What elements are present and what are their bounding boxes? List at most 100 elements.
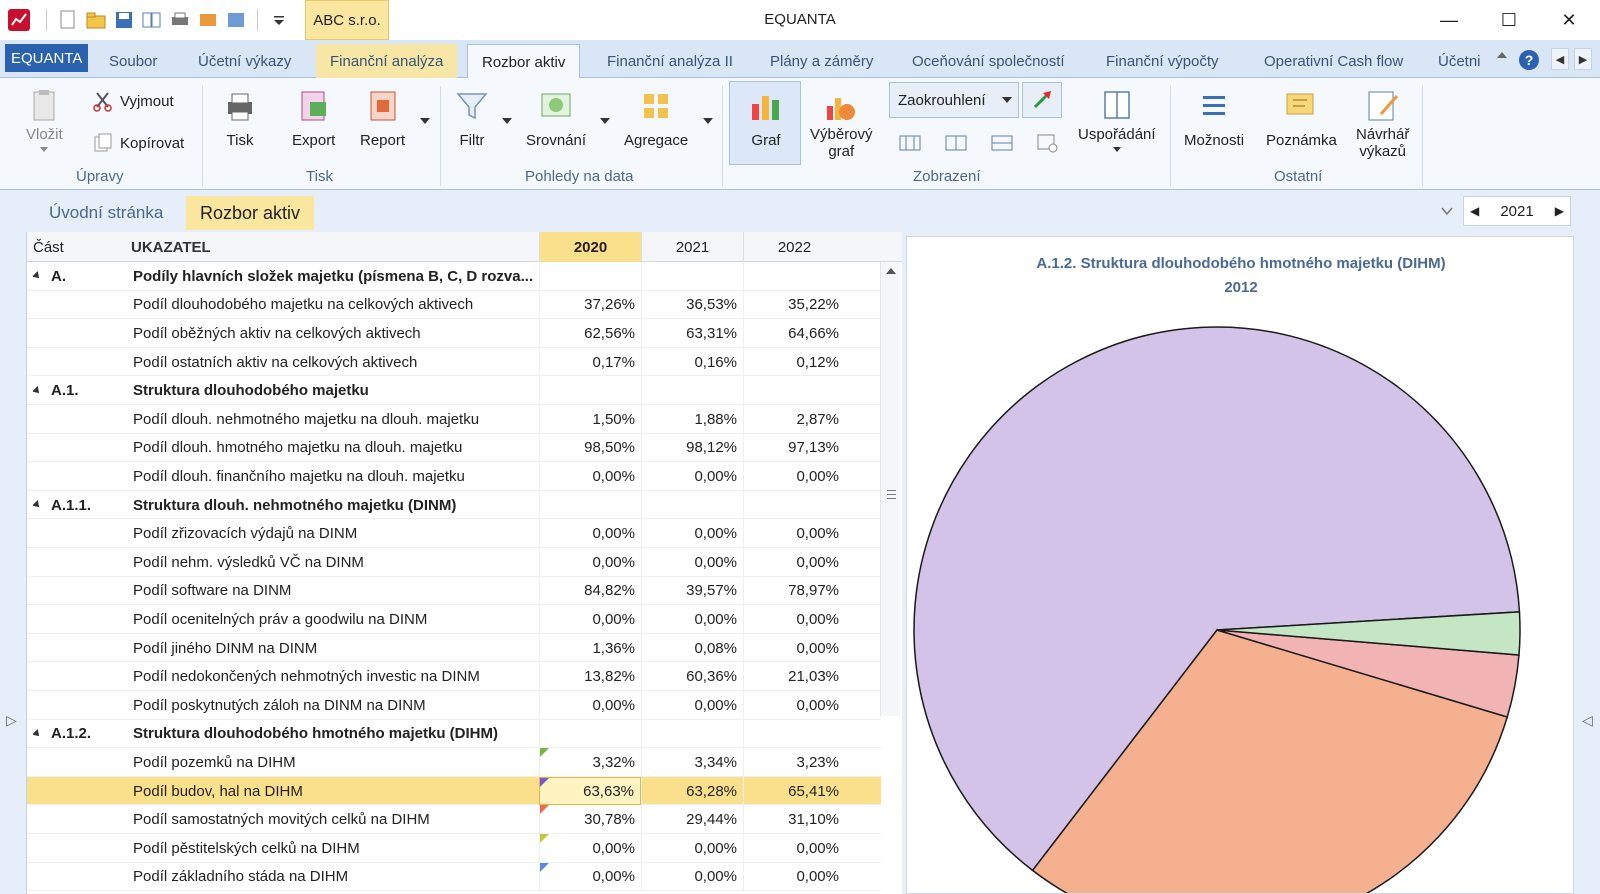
print-button[interactable]: Tisk	[222, 88, 258, 149]
row-value-2022[interactable]: 0,00%	[743, 519, 845, 548]
table-row[interactable]: Podíl dlouh. hmotného majetku na dlouh. …	[27, 433, 881, 463]
row-value-2020[interactable]: 0,00%	[539, 519, 641, 548]
scroll-grip-icon[interactable]	[887, 490, 896, 499]
table-row[interactable]: Podíl zřizovacích výdajů na DINM 0,00% 0,0…	[27, 519, 881, 548]
row-value-2022[interactable]: 0,00%	[743, 834, 845, 863]
sync-icon[interactable]	[225, 9, 247, 31]
header-year-2022[interactable]: 2022	[743, 232, 845, 262]
tabs-scroll-left-icon[interactable]: ◀	[1551, 48, 1569, 70]
row-value-2022[interactable]: 0,00%	[743, 605, 845, 634]
row-value-2021[interactable]: 63,28%	[641, 776, 743, 806]
tabs-scroll-right-icon[interactable]: ▶	[1574, 48, 1592, 70]
selection-chart-button[interactable]: Výběrový graf	[810, 88, 873, 160]
row-value-2021[interactable]: 0,00%	[641, 462, 743, 491]
customize-toolbar-icon[interactable]	[268, 9, 290, 31]
table-row[interactable]: Podíl dlouhodobého majetku na celkových …	[27, 290, 881, 320]
aggregation-button[interactable]: Agregace	[624, 88, 688, 149]
row-value-2020[interactable]	[539, 376, 641, 405]
row-value-2022[interactable]: 64,66%	[743, 319, 845, 348]
table-row[interactable]: Podíl pěstitelských celků na DIHM 0,00% 0,…	[27, 834, 881, 863]
row-value-2022[interactable]: 2,87%	[743, 405, 845, 434]
table-row[interactable]: Podíl pozemků na DIHM 3,32% 3,34% 3,23%	[27, 748, 881, 777]
row-value-2020[interactable]: 1,50%	[539, 405, 641, 434]
new-file-icon[interactable]	[57, 9, 79, 31]
row-value-2021[interactable]	[641, 490, 743, 520]
doc-tab-rozbor-aktiv[interactable]: Rozbor aktiv	[186, 196, 315, 230]
row-value-2020[interactable]: 1,36%	[539, 633, 641, 663]
options-button[interactable]: Možnosti	[1184, 88, 1244, 149]
row-value-2021[interactable]	[641, 376, 743, 405]
row-value-2021[interactable]: 3,34%	[641, 748, 743, 777]
row-value-2020[interactable]: 0,00%	[539, 862, 641, 892]
row-value-2022[interactable]	[743, 719, 845, 749]
collapse-triangle-icon[interactable]	[33, 385, 42, 396]
header-year-2021[interactable]: 2021	[641, 232, 743, 262]
rounding-select[interactable]: Zaokrouhlení	[889, 82, 1019, 118]
export-button[interactable]: Export	[292, 88, 335, 149]
column-width-icon[interactable]	[898, 132, 922, 154]
copy-button[interactable]: Kopírovat	[92, 132, 184, 154]
company-tab[interactable]: ABC s.r.o.	[305, 0, 389, 40]
year-prev-button[interactable]: ◀	[1470, 204, 1479, 218]
right-pane-toggle-icon[interactable]: ◁	[1582, 712, 1593, 729]
layout-button[interactable]: Uspořádání	[1078, 88, 1156, 152]
row-value-2021[interactable]	[641, 262, 743, 291]
column-compact-icon[interactable]	[990, 132, 1014, 154]
row-value-2021[interactable]: 0,00%	[641, 862, 743, 892]
header-indicator[interactable]: UKAZATEL	[131, 232, 211, 262]
row-value-2021[interactable]: 0,00%	[641, 605, 743, 634]
row-value-2022[interactable]: 0,12%	[743, 347, 845, 377]
tab-equanta[interactable]: EQUANTA	[5, 44, 89, 72]
row-value-2021[interactable]: 63,31%	[641, 319, 743, 348]
row-value-2020[interactable]: 84,82%	[539, 576, 641, 606]
open-folder-icon[interactable]	[85, 9, 107, 31]
table-row[interactable]: Podíl poskytnutých záloh na DINM na DINM…	[27, 691, 881, 720]
year-next-button[interactable]: ▶	[1555, 204, 1564, 218]
row-value-2020[interactable]: 3,32%	[539, 748, 641, 777]
collapse-triangle-icon[interactable]	[33, 728, 42, 739]
table-row[interactable]: Podíl ocenitelných práv a goodwilu na DI…	[27, 605, 881, 634]
row-value-2020[interactable]: 30,78%	[539, 805, 641, 834]
row-value-2022[interactable]	[743, 490, 845, 520]
row-value-2022[interactable]: 0,00%	[743, 633, 845, 663]
row-value-2021[interactable]: 0,16%	[641, 347, 743, 377]
print-icon[interactable]	[169, 9, 191, 31]
row-value-2020[interactable]: 13,82%	[539, 662, 641, 691]
table-row[interactable]: Podíl ostatních aktiv na celkových aktiv…	[27, 347, 881, 377]
collapse-triangle-icon[interactable]	[33, 271, 42, 282]
row-value-2020[interactable]: 0,00%	[539, 605, 641, 634]
row-value-2021[interactable]: 0,00%	[641, 691, 743, 720]
table-row[interactable]: Podíl jiného DINM na DINM 1,36% 0,08% 0,00%	[27, 633, 881, 663]
row-value-2022[interactable]: 65,41%	[743, 776, 845, 806]
compare-dropdown-icon[interactable]	[600, 118, 610, 124]
row-value-2021[interactable]: 1,88%	[641, 405, 743, 434]
table-row[interactable]: Podíl dlouh. finančního majetku na dlouh…	[27, 462, 881, 491]
row-value-2022[interactable]: 21,03%	[743, 662, 845, 691]
doc-tab-uvodni-stranka[interactable]: Úvodní stránka	[35, 196, 177, 230]
row-value-2021[interactable]: 0,00%	[641, 834, 743, 863]
row-value-2022[interactable]: 3,23%	[743, 748, 845, 777]
table-row[interactable]: Podíl nehm. výsledků VČ na DINM 0,00% 0,00…	[27, 548, 881, 577]
row-value-2020[interactable]: 0,00%	[539, 548, 641, 577]
row-value-2021[interactable]: 0,00%	[641, 548, 743, 577]
aggregation-dropdown-icon[interactable]	[703, 118, 713, 124]
table-group-row[interactable]: A.1. Struktura dlouhodobého majetku	[27, 376, 881, 405]
report-designer-button[interactable]: Návrhář výkazů	[1356, 88, 1409, 160]
row-value-2022[interactable]: 35,22%	[743, 290, 845, 320]
scroll-up-icon[interactable]	[886, 268, 896, 274]
collapse-triangle-icon[interactable]	[33, 500, 42, 511]
tab-financni-analyza[interactable]: Finanční analýza	[316, 44, 458, 78]
tab-financni-vypocty[interactable]: Finanční výpočty	[1092, 44, 1233, 78]
row-value-2020[interactable]: 37,26%	[539, 290, 641, 320]
table-group-row[interactable]: A.1.2. Struktura dlouhodobého hmotného ma…	[27, 719, 881, 749]
export-icon[interactable]	[197, 9, 219, 31]
table-group-row[interactable]: A. Podíly hlavních složek majetku (písmen…	[27, 262, 881, 291]
save-icon[interactable]	[113, 9, 135, 31]
report-dropdown-icon[interactable]	[420, 118, 430, 124]
row-value-2022[interactable]: 78,97%	[743, 576, 845, 606]
table-row[interactable]: Podíl nedokončených nehmotných investic …	[27, 662, 881, 691]
table-group-row[interactable]: A.1.1. Struktura dlouh. nehmotného majetk…	[27, 490, 881, 520]
tab-ucetni[interactable]: Účetni	[1432, 44, 1487, 78]
maximize-button[interactable]: ☐	[1486, 0, 1532, 40]
note-button[interactable]: Poznámka	[1266, 88, 1337, 149]
